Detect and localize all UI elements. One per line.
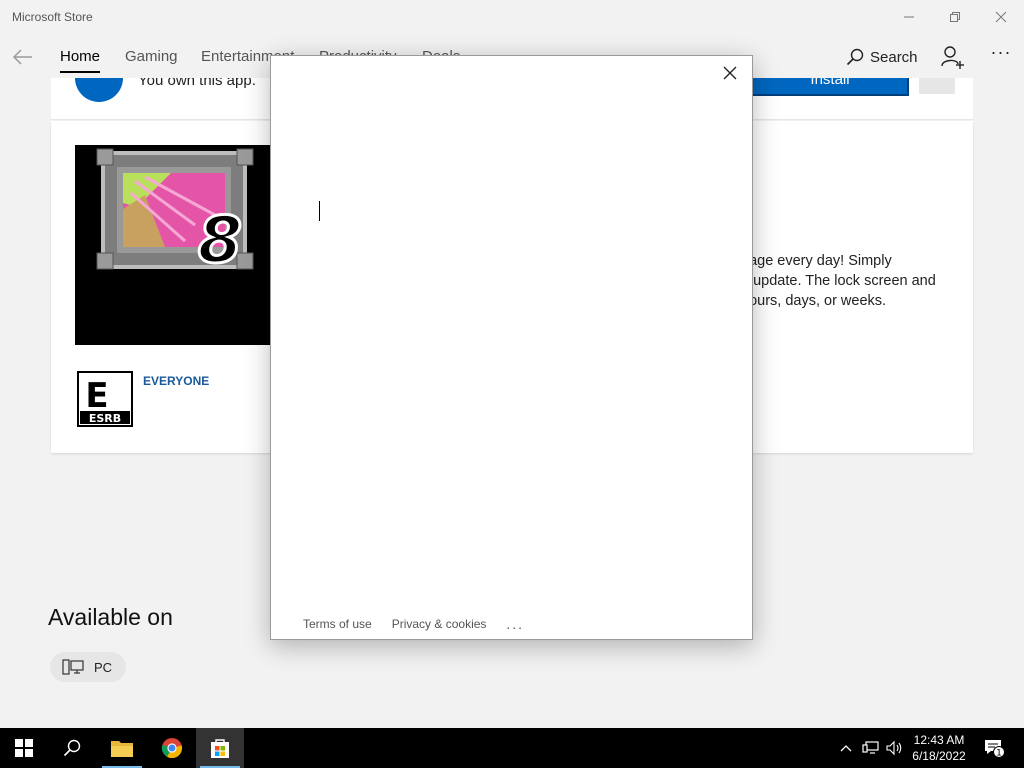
more-options-button[interactable]: ···: [988, 42, 1014, 66]
restore-button[interactable]: [932, 4, 978, 30]
available-on-heading: Available on: [48, 604, 173, 630]
minimize-button[interactable]: [886, 4, 932, 30]
app-logo-image: 8: [75, 145, 275, 345]
notification-count: 1: [996, 749, 1002, 759]
chrome-icon: [161, 738, 183, 759]
notification-icon: 1: [985, 740, 1005, 759]
back-button[interactable]: [10, 46, 36, 68]
action-center-button[interactable]: 1: [980, 728, 1008, 768]
install-button[interactable]: Install: [751, 78, 909, 96]
chevron-up-icon: [840, 745, 852, 752]
taskbar-clock[interactable]: 12:43 AM 6/18/2022: [906, 732, 972, 764]
card-more-button[interactable]: ···: [919, 78, 955, 94]
privacy-cookies-link[interactable]: Privacy & cookies: [392, 617, 487, 631]
terms-of-use-link[interactable]: Terms of use: [303, 617, 372, 631]
esrb-rating-badge: E ESRB: [77, 371, 133, 427]
close-icon: [995, 11, 1007, 23]
volume-button[interactable]: [884, 728, 906, 768]
dialog-close-button[interactable]: [720, 63, 740, 83]
title-bar: Microsoft Store: [0, 0, 1024, 34]
description-line: hours, days, or weeks.: [741, 293, 887, 309]
show-hidden-icons-button[interactable]: [836, 728, 856, 768]
minimize-icon: [904, 16, 914, 18]
close-button[interactable]: [978, 4, 1024, 30]
owned-check-icon: [75, 78, 123, 102]
close-icon: [723, 66, 737, 80]
tab-gaming[interactable]: Gaming: [125, 48, 178, 65]
add-user-icon: [941, 46, 964, 69]
sign-in-dialog: Terms of use Privacy & cookies ...: [270, 55, 753, 640]
search-taskbar-button[interactable]: [48, 728, 96, 768]
taskbar: 12:43 AM 6/18/2022 1: [0, 728, 1024, 768]
store-icon: [211, 739, 229, 758]
network-button[interactable]: [860, 728, 882, 768]
account-button[interactable]: [940, 44, 966, 70]
network-icon: [862, 741, 879, 754]
description-line: nage every day! Simply: [741, 253, 892, 269]
app-title: Microsoft Store: [12, 10, 93, 24]
ownership-status: You own this app.: [138, 78, 256, 89]
esrb-caption: ESRB: [89, 412, 121, 425]
search-icon: [846, 48, 864, 66]
platform-label: PC: [94, 659, 113, 675]
logo-number: 8: [198, 204, 243, 278]
windows-logo-icon: [15, 739, 33, 757]
tab-home[interactable]: Home: [60, 48, 101, 73]
app-logo: 8: [75, 145, 275, 345]
text-caret: [319, 201, 320, 221]
file-explorer-button[interactable]: [98, 728, 146, 768]
clock-date: 6/18/2022: [912, 749, 966, 763]
product-description: nage every day! Simply o update. The loc…: [741, 251, 953, 311]
esrb-letter: E: [85, 376, 108, 416]
clock-time: 12:43 AM: [913, 733, 965, 747]
platform-pc-chip[interactable]: PC: [50, 652, 126, 682]
folder-icon: [111, 741, 133, 757]
footer-more-button[interactable]: ...: [506, 616, 524, 632]
description-line: o update. The lock screen and: [741, 273, 936, 289]
chrome-button[interactable]: [148, 728, 196, 768]
restore-icon: [950, 12, 960, 22]
back-arrow-icon: [12, 49, 32, 65]
speaker-icon: [886, 740, 902, 756]
dialog-footer: Terms of use Privacy & cookies ...: [303, 616, 524, 632]
search-button[interactable]: Search: [846, 46, 918, 68]
pc-icon: [62, 659, 84, 675]
search-icon: [63, 739, 81, 757]
search-label: Search: [870, 48, 918, 66]
esrb-icon: E ESRB: [77, 371, 133, 427]
store-button[interactable]: [196, 728, 244, 768]
start-button[interactable]: [0, 728, 48, 768]
age-rating-label[interactable]: EVERYONE: [143, 374, 209, 388]
